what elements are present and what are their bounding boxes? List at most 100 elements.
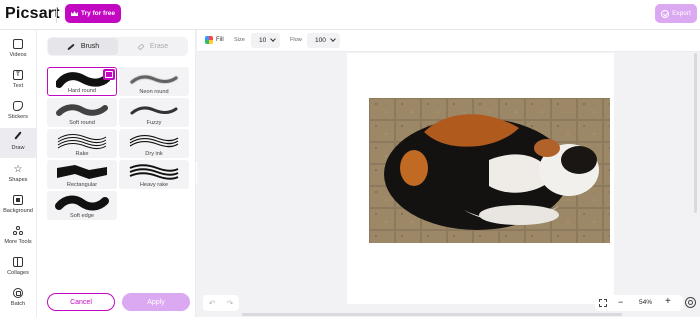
brush-label: Neon round <box>139 89 169 95</box>
tab-brush-label: Brush <box>80 43 100 50</box>
fuzzy-stroke-preview <box>130 106 178 115</box>
artboard[interactable] <box>347 53 614 304</box>
brush-fuzzy[interactable]: Fuzzy <box>119 98 189 127</box>
brush-rake[interactable]: Rake <box>47 129 117 158</box>
brush-soft-round[interactable]: Soft round <box>47 98 117 127</box>
fill-label[interactable]: Fill <box>216 37 224 43</box>
soft-edge-stroke-preview <box>55 195 109 211</box>
apply-button[interactable]: Apply <box>122 293 190 311</box>
sidebar-item-more-tools[interactable]: More Tools <box>0 222 36 252</box>
brush-label: Soft edge <box>70 213 94 219</box>
shapes-icon: ☆ <box>13 163 23 175</box>
chevron-down-icon <box>330 36 336 42</box>
tab-brush[interactable]: Brush <box>48 38 118 55</box>
brush-icon <box>67 43 75 50</box>
rake-stroke-preview <box>57 134 107 150</box>
sidebar-item-stickers[interactable]: Stickers <box>0 97 36 127</box>
brush-rectangular[interactable]: Rectangular <box>47 160 117 189</box>
zoom-controls: − 54% + <box>595 295 683 311</box>
brush-erase-tabs: Brush Erase <box>47 37 188 56</box>
sidebar-item-label: More Tools <box>4 239 32 245</box>
sidebar-item-label: Background <box>3 208 33 214</box>
try-for-free-button[interactable]: Try for free <box>65 4 121 23</box>
chevron-down-icon <box>270 36 277 42</box>
horizontal-scrollbar[interactable] <box>242 313 622 316</box>
redo-icon[interactable]: ↷ <box>227 299 234 308</box>
soft-round-stroke-preview <box>56 104 108 116</box>
dry-ink-stroke-preview <box>129 135 179 148</box>
sidebar-item-label: Collages <box>7 270 29 276</box>
export-label: Export <box>672 10 691 17</box>
neon-round-stroke-preview <box>129 74 179 85</box>
sidebar-item-videos[interactable]: Videos <box>0 35 36 65</box>
cancel-button[interactable]: Cancel <box>47 293 115 311</box>
brush-soft-edge[interactable]: Soft edge <box>47 191 117 220</box>
brush-label: Fuzzy <box>146 120 162 126</box>
sidebar-item-label: Batch <box>10 301 26 307</box>
brush-label: Dry ink <box>145 151 163 157</box>
tab-erase[interactable]: Erase <box>118 38 188 55</box>
batch-icon <box>13 288 23 298</box>
canvas-area <box>197 53 700 317</box>
flow-label: Flow <box>290 37 302 43</box>
sidebar-item-background[interactable]: Background <box>0 191 36 221</box>
cat-photo[interactable] <box>369 98 610 243</box>
size-value: 10 <box>259 37 267 44</box>
rectangular-stroke-preview <box>57 165 107 179</box>
vertical-scrollbar[interactable] <box>694 53 697 213</box>
download-icon <box>661 9 670 18</box>
cat-photo-image <box>369 98 610 243</box>
undo-icon[interactable]: ↶ <box>209 299 216 308</box>
try-for-free-label: Try for free <box>81 10 115 17</box>
undo-redo-group: ↶ ↷ <box>203 295 239 311</box>
text-icon: T <box>13 70 23 80</box>
settings-icon[interactable] <box>685 297 696 308</box>
flow-value: 100 <box>315 37 326 44</box>
divider <box>56 7 57 23</box>
color-palette-icon[interactable] <box>205 36 213 44</box>
crown-icon <box>71 11 79 16</box>
sidebar-item-draw[interactable]: Draw <box>0 128 36 158</box>
fit-screen-icon[interactable] <box>599 299 607 307</box>
draw-icon <box>13 132 23 142</box>
sidebar-item-label: Stickers <box>8 114 28 120</box>
sidebar-item-label: Shapes <box>8 177 28 183</box>
brush-label: Heavy rake <box>139 182 169 188</box>
export-button[interactable]: Export <box>655 4 697 23</box>
zoom-in-icon[interactable]: + <box>665 296 671 307</box>
top-bar: Picsart Try for free Export <box>0 0 700 30</box>
eraser-icon <box>137 43 145 50</box>
sidebar-item-collages[interactable]: Collages <box>0 253 36 283</box>
zoom-value: 54% <box>639 299 653 306</box>
size-label: Size <box>234 37 245 43</box>
brush-dry-ink[interactable]: Dry ink <box>119 129 189 158</box>
collages-icon <box>13 257 23 267</box>
brush-toolbar: Fill Size 10 Flow 100 <box>197 30 700 52</box>
hard-round-stroke-preview <box>56 72 110 88</box>
brush-label: Soft round <box>69 120 95 126</box>
draw-panel: Brush Erase Hard round Neon round Soft r… <box>37 30 196 317</box>
brush-hard-round[interactable]: Hard round <box>47 67 117 96</box>
more-tools-icon <box>13 226 23 236</box>
brush-heavy-rake[interactable]: Heavy rake <box>119 160 189 189</box>
size-select[interactable]: 10 <box>251 33 280 48</box>
left-sidebar: Videos T Text Stickers Draw ☆ Shapes Bac… <box>0 30 37 317</box>
background-icon <box>13 195 23 205</box>
brush-settings-icon[interactable] <box>103 69 115 80</box>
videos-icon <box>13 39 23 49</box>
stickers-icon <box>13 101 23 111</box>
sidebar-item-label: Text <box>12 83 24 89</box>
brush-label: Rake <box>75 151 89 157</box>
tab-erase-label: Erase <box>149 43 169 50</box>
sidebar-item-shapes[interactable]: ☆ Shapes <box>0 160 36 190</box>
zoom-out-icon[interactable]: − <box>618 297 623 307</box>
brush-neon-round[interactable]: Neon round <box>119 67 189 96</box>
brush-label: Hard round <box>68 88 96 94</box>
sidebar-item-label: Videos <box>9 52 27 58</box>
brush-label: Rectangular <box>66 182 98 188</box>
sidebar-item-batch[interactable]: Batch <box>0 284 36 314</box>
flow-select[interactable]: 100 <box>307 33 340 48</box>
sidebar-item-text[interactable]: T Text <box>0 66 36 96</box>
heavy-rake-stroke-preview <box>129 164 179 180</box>
picsart-logo[interactable]: Picsart <box>5 5 60 23</box>
